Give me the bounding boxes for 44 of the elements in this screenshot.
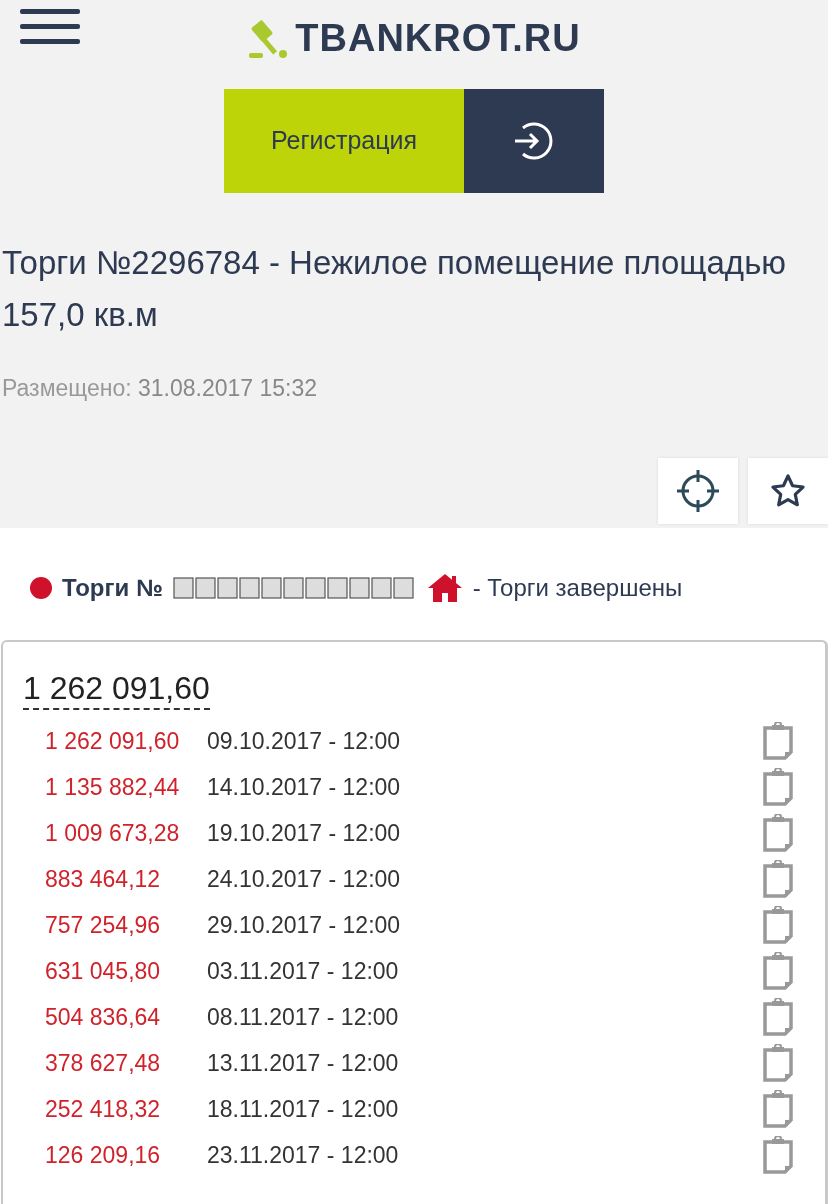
house-icon: [426, 573, 463, 603]
stage-date: 14.10.2017 - 12:00: [207, 772, 401, 802]
current-price[interactable]: 1 262 091,60: [23, 668, 210, 710]
lot-number-label: Торги №: [62, 573, 163, 603]
menu-icon[interactable]: [20, 6, 80, 46]
clipboard-icon[interactable]: [763, 722, 793, 760]
clipboard-icon[interactable]: [763, 1136, 793, 1174]
clipboard-icon[interactable]: [763, 952, 793, 990]
stage-date: 13.11.2017 - 12:00: [207, 1048, 399, 1078]
lot-title: Торги №2296784 - Нежилое помещение площадью 157,0 кв.м: [1, 243, 788, 335]
stage-price: 631 045,80: [45, 956, 162, 986]
clipboard-icon[interactable]: [763, 906, 793, 944]
posted-date: 31.08.2017 15:32: [138, 375, 318, 401]
stage-date: 08.11.2017 - 12:00: [207, 1002, 399, 1032]
target-button[interactable]: [658, 458, 738, 524]
favorite-button[interactable]: [748, 458, 828, 524]
clipboard-icon[interactable]: [763, 814, 793, 852]
stage-date: 19.10.2017 - 12:00: [207, 818, 401, 848]
status-text: - Торги завершены: [472, 573, 683, 603]
clipboard-icon[interactable]: [763, 1090, 793, 1128]
stage-date: 24.10.2017 - 12:00: [207, 864, 401, 894]
stage-price: 126 209,16: [45, 1140, 162, 1170]
login-button[interactable]: [464, 89, 604, 193]
clipboard-icon[interactable]: [763, 768, 793, 806]
stage-date: 03.11.2017 - 12:00: [207, 956, 399, 986]
stage-price: 883 464,12: [45, 864, 162, 894]
posted-label: Размещено:: [2, 375, 132, 401]
crosshair-icon: [674, 467, 722, 515]
register-button[interactable]: Регистрация: [224, 89, 464, 193]
stage-price: 378 627,48: [45, 1048, 162, 1078]
stage-date: 18.11.2017 - 12:00: [207, 1094, 399, 1124]
clipboard-icon[interactable]: [763, 1044, 793, 1082]
stage-price: 1 262 091,60: [45, 726, 181, 756]
clipboard-icon[interactable]: [763, 860, 793, 898]
clipboard-icon[interactable]: [763, 998, 793, 1036]
stage-price: 252 418,32: [45, 1094, 162, 1124]
stage-date: 09.10.2017 - 12:00: [207, 726, 401, 756]
stage-price: 757 254,96: [45, 910, 162, 940]
site-logo[interactable]: TBANKROT.RU: [295, 19, 581, 57]
stage-price: 1 009 673,28: [45, 818, 181, 848]
stage-date: 29.10.2017 - 12:00: [207, 910, 401, 940]
stage-date: 23.11.2017 - 12:00: [207, 1140, 399, 1170]
stage-price: 504 836,64: [45, 1002, 162, 1032]
stage-price: 1 135 882,44: [45, 772, 181, 802]
